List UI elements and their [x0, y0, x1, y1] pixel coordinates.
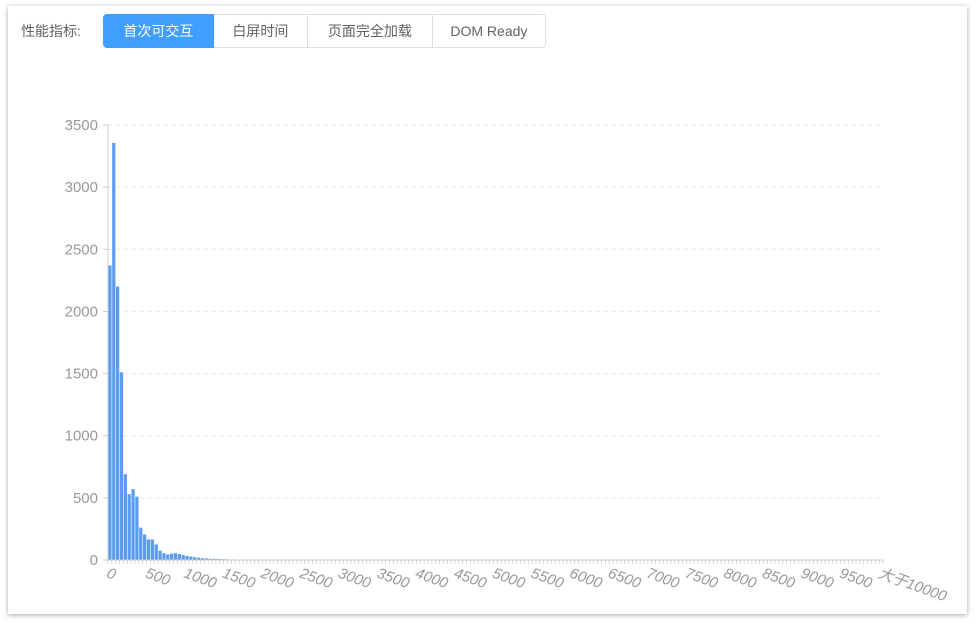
histogram-bar[interactable]: [150, 539, 154, 560]
y-tick-label: 0: [90, 552, 98, 569]
histogram-bar[interactable]: [169, 553, 174, 560]
histogram-bar[interactable]: [158, 550, 162, 560]
histogram-bar[interactable]: [181, 555, 185, 560]
x-tick-label: 8500: [760, 565, 798, 593]
x-tick-label: 9500: [837, 565, 875, 593]
histogram-bar[interactable]: [146, 539, 151, 560]
y-tick-label: 3500: [65, 117, 98, 134]
x-tick-label: 4500: [452, 565, 490, 593]
x-tick-label: 1500: [220, 565, 258, 593]
x-tick-label: 3000: [336, 565, 374, 593]
y-tick-labels: 0 500 1000 1500 2000 2500 3000 3500: [65, 117, 98, 569]
y-tick-label: 2500: [65, 241, 98, 258]
histogram-bar[interactable]: [131, 489, 135, 560]
histogram-bar[interactable]: [127, 494, 131, 560]
histogram-bar[interactable]: [173, 553, 178, 560]
histogram-chart: 0500100015002000250030003500 0 500 1000 150…: [65, 117, 950, 606]
x-tick-label: 8000: [721, 565, 759, 593]
x-tick-label: 5500: [529, 565, 567, 593]
y-tick-label: 1500: [65, 366, 98, 383]
histogram-bar[interactable]: [185, 556, 189, 560]
x-tick-label: 3500: [374, 565, 412, 593]
x-tick-label: 6000: [567, 565, 605, 593]
x-tick-label: 4000: [413, 565, 451, 593]
x-tick-labels: 0 500 1000 1500 2000 2500 3000 3500 4000 4500 5000…: [105, 564, 950, 605]
x-tick-label: 9000: [799, 565, 837, 593]
x-tick-label: 500: [143, 565, 173, 590]
x-tick-label: 0: [105, 565, 119, 584]
x-tick-label: 6500: [606, 565, 644, 593]
histogram-bar[interactable]: [123, 474, 127, 560]
histogram-bar[interactable]: [135, 496, 139, 560]
histogram-bar[interactable]: [189, 556, 193, 560]
y-tick-label: 500: [73, 490, 98, 507]
y-tick-label: 1000: [65, 428, 98, 445]
histogram-bar[interactable]: [143, 534, 147, 560]
histogram-bar[interactable]: [154, 544, 158, 560]
grid-lines: [108, 124, 883, 499]
x-tick-label: 大于10000: [876, 565, 950, 606]
x-tick-label: 7000: [644, 565, 682, 593]
histogram-bar[interactable]: [166, 554, 170, 560]
histogram-bar[interactable]: [108, 265, 112, 560]
histogram-bar[interactable]: [119, 372, 124, 560]
histogram-bar[interactable]: [139, 527, 143, 560]
histogram-bar[interactable]: [177, 554, 181, 560]
x-tick-label: 7500: [683, 565, 721, 593]
histogram-bar[interactable]: [116, 286, 120, 560]
x-tick-label: 2500: [296, 564, 335, 592]
histogram-bar[interactable]: [112, 143, 116, 560]
x-tick-label: 1000: [182, 565, 220, 593]
x-tick-label: 2000: [258, 564, 297, 592]
histogram-bar[interactable]: [162, 553, 166, 560]
x-tick-label: 5000: [490, 565, 528, 593]
y-tick-label: 3000: [65, 179, 98, 196]
y-tick-label: 2000: [65, 303, 98, 320]
